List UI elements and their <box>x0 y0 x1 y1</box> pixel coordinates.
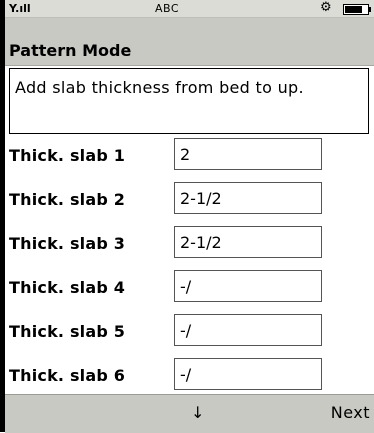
slab-thickness-input-1[interactable] <box>174 138 322 170</box>
field-label: Thick. slab 4 <box>9 278 126 297</box>
battery-icon <box>343 4 371 15</box>
field-row: Thick. slab 6 <box>9 358 369 396</box>
slab-thickness-input-4[interactable] <box>174 270 322 302</box>
status-bar: Y.ıll ABC ⚙ <box>5 0 374 18</box>
slab-thickness-input-6[interactable] <box>174 358 322 390</box>
description-text: Add slab thickness from bed to up. <box>15 78 304 97</box>
title-area <box>5 18 374 37</box>
field-label: Thick. slab 5 <box>9 322 126 341</box>
field-label: Thick. slab 1 <box>9 146 126 165</box>
field-label: Thick. slab 3 <box>9 234 126 253</box>
slab-thickness-input-2[interactable] <box>174 182 322 214</box>
field-label: Thick. slab 2 <box>9 190 126 209</box>
field-row: Thick. slab 5 <box>9 314 369 352</box>
field-row: Thick. slab 4 <box>9 270 369 308</box>
field-label: Thick. slab 6 <box>9 366 126 385</box>
input-mode-indicator: ABC <box>155 2 180 15</box>
gear-icon: ⚙ <box>320 0 332 15</box>
field-row: Thick. slab 1 <box>9 138 369 176</box>
title-bar: Pattern Mode <box>5 37 374 66</box>
next-softkey[interactable]: Next <box>331 403 370 422</box>
slab-thickness-input-3[interactable] <box>174 226 322 258</box>
field-row: Thick. slab 2 <box>9 182 369 220</box>
description-box: Add slab thickness from bed to up. <box>9 68 369 134</box>
field-row: Thick. slab 3 <box>9 226 369 264</box>
softkey-bar: ↓ Next <box>5 394 374 433</box>
slab-thickness-input-5[interactable] <box>174 314 322 346</box>
battery-level-fill <box>345 6 362 13</box>
arrow-down-icon[interactable]: ↓ <box>191 403 204 422</box>
phone-screen: Y.ıll ABC ⚙ Pattern Mode Add slab thickn… <box>0 0 374 433</box>
page-title: Pattern Mode <box>9 41 132 60</box>
signal-strength-icon: Y.ıll <box>9 2 31 15</box>
